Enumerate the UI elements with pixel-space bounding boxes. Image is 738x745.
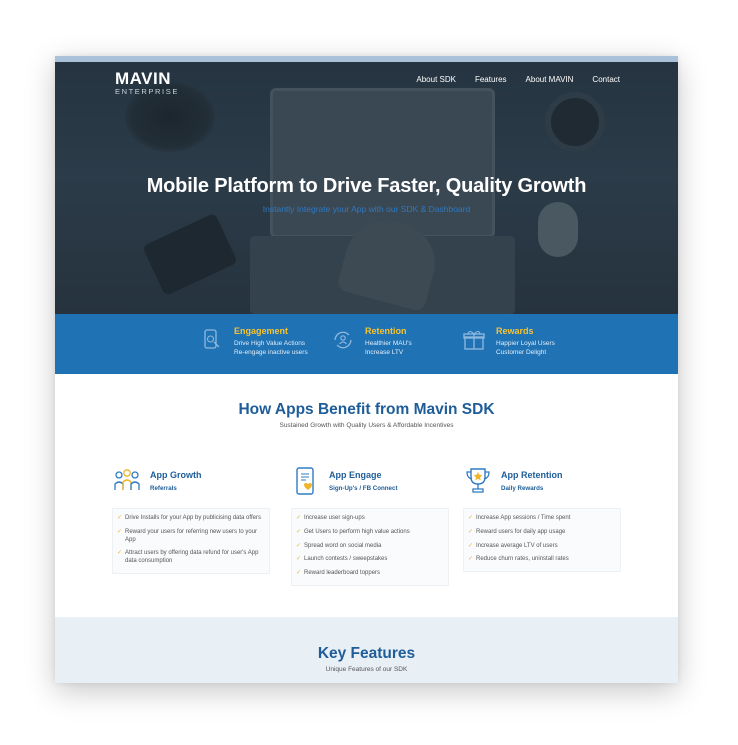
hero-bg-phone	[142, 212, 238, 297]
card-tag: Sign-Up's / FB Connect	[329, 485, 398, 492]
band-line: Healthier MAU's	[365, 340, 412, 347]
list-item: Get Users to perform high value actions	[296, 526, 444, 540]
band-line: Customer Delight	[496, 349, 547, 356]
mobile-heart-icon	[296, 467, 314, 495]
band-line: Increase LTV	[365, 349, 404, 356]
benefit-card-app-retention: App Retention Daily Rewards Increase App…	[463, 466, 621, 573]
card-list: Increase App sessions / Time spent Rewar…	[463, 508, 621, 573]
features-subtitle: Unique Features of our SDK	[325, 666, 408, 673]
features-title: Key Features	[317, 645, 416, 662]
hero-bg-laptop	[270, 88, 495, 238]
benefits-title: How Apps Benefit from Mavin SDK	[238, 401, 495, 418]
nav-item-about-sdk[interactable]: About SDK	[416, 75, 456, 84]
value-band: Engagement Drive High Value Actions Re-e…	[55, 314, 678, 374]
nav-menu: About SDK Features About MAVIN Contact	[416, 75, 620, 84]
benefit-card-app-engage: App Engage Sign-Up's / FB Connect Increa…	[291, 466, 449, 586]
band-item-rewards: Rewards Happier Loyal Users Customer Del…	[462, 326, 555, 357]
list-item: Increase App sessions / Time spent	[468, 512, 616, 526]
nav-item-about-mavin[interactable]: About MAVIN	[526, 75, 574, 84]
card-title: App Growth	[150, 470, 202, 480]
page-frame: MAVIN ENTERPRISE About SDK Features Abou…	[55, 56, 678, 683]
card-header: App Growth Referrals	[112, 466, 270, 506]
nav-item-contact[interactable]: Contact	[592, 75, 620, 84]
benefit-card-app-growth: App Growth Referrals Drive Installs for …	[112, 466, 270, 574]
list-item: Attract users by offering data refund fo…	[117, 547, 265, 569]
card-header: App Engage Sign-Up's / FB Connect	[291, 466, 449, 506]
band-line: Re-engage inactive users	[234, 349, 308, 356]
list-item: Launch contests / sweepstakes	[296, 553, 444, 567]
list-item: Increase average LTV of users	[468, 540, 616, 554]
gift-icon	[463, 330, 485, 350]
card-header: App Retention Daily Rewards	[463, 466, 621, 506]
list-item: Reward users for daily app usage	[468, 526, 616, 540]
band-title-rewards: Rewards	[496, 326, 534, 336]
hero-subtitle: Instantly Integrate your App with our SD…	[262, 204, 471, 214]
card-title: App Engage	[329, 470, 382, 480]
card-tag: Daily Rewards	[501, 485, 544, 492]
list-item: Spread word on social media	[296, 540, 444, 554]
phone-touch-icon	[204, 329, 220, 349]
band-item-retention: Retention Healthier MAU's Increase LTV	[331, 326, 412, 357]
brand-name: MAVIN	[115, 69, 172, 88]
benefits-section: How Apps Benefit from Mavin SDK Sustaine…	[55, 374, 678, 617]
hero-section: MAVIN ENTERPRISE About SDK Features Abou…	[55, 62, 678, 314]
list-item: Increase user sign-ups	[296, 512, 444, 526]
brand-logo[interactable]: MAVIN ENTERPRISE	[115, 70, 179, 96]
card-list: Increase user sign-ups Get Users to perf…	[291, 508, 449, 586]
benefits-subtitle: Sustained Growth with Quality Users & Af…	[279, 422, 454, 429]
nav-item-features[interactable]: Features	[475, 75, 507, 84]
features-section: Key Features Unique Features of our SDK	[55, 617, 678, 683]
list-item: Reduce churn rates, uninstall rates	[468, 553, 616, 567]
list-item: Drive Installs for your App by publicisi…	[117, 512, 265, 526]
users-group-icon	[114, 469, 140, 490]
navbar: MAVIN ENTERPRISE About SDK Features Abou…	[55, 62, 678, 102]
card-title: App Retention	[501, 470, 563, 480]
list-item: Reward your users for referring new user…	[117, 526, 265, 548]
band-title-retention: Retention	[365, 326, 407, 336]
card-list: Drive Installs for your App by publicisi…	[112, 508, 270, 574]
band-line: Drive High Value Actions	[234, 340, 306, 347]
trophy-icon	[466, 468, 490, 493]
hero-title: Mobile Platform to Drive Faster, Quality…	[146, 175, 587, 197]
refresh-user-icon	[334, 331, 352, 349]
list-item: Reward leaderboard toppers	[296, 567, 444, 581]
band-line: Happier Loyal Users	[496, 340, 555, 347]
band-item-engagement: Engagement Drive High Value Actions Re-e…	[200, 326, 308, 357]
band-title-engagement: Engagement	[234, 326, 289, 336]
card-tag: Referrals	[150, 485, 177, 492]
brand-sub: ENTERPRISE	[115, 87, 179, 96]
